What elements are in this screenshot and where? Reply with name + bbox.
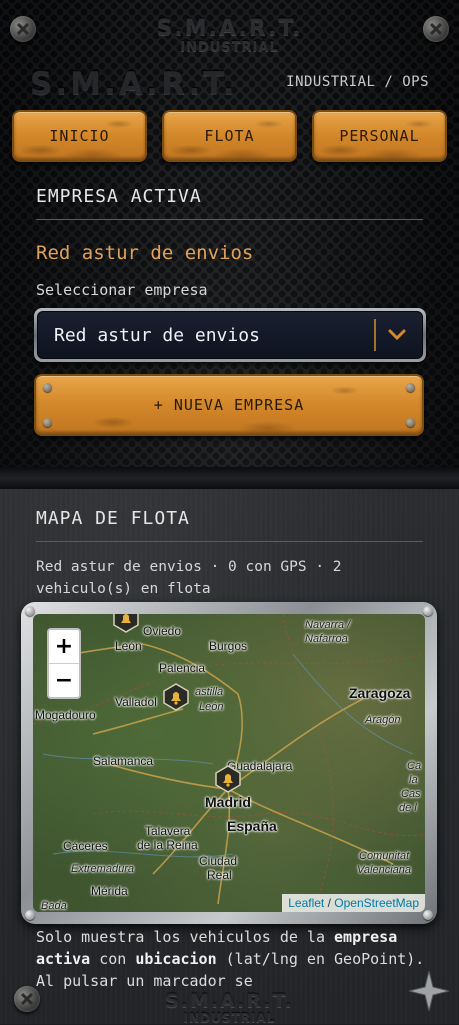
screw-icon [10,16,36,42]
chevron-down-icon[interactable] [384,322,410,348]
place-label: Mogadouro [35,708,96,722]
new-company-button[interactable]: + NUEVA EMPRESA [34,374,424,436]
divider [36,219,423,220]
zoom-control: + − [47,628,81,699]
nav-personal-label: PERSONAL [339,127,420,145]
place-label: León [115,639,142,653]
subnav-label: INDUSTRIAL / OPS [286,74,429,90]
place-label: Zaragoza [349,685,411,701]
place-label: Comunitat [359,850,410,862]
nav-flota-button[interactable]: FLOTA [162,110,297,162]
place-label: Salamanca [93,754,154,768]
bell-marker-icon[interactable] [213,764,243,794]
screw-icon [14,986,40,1012]
place-label: España [227,818,277,834]
screw-icon [423,16,449,42]
map-frame: Oviedo León Burgos Navarra / Nafarroa Pa… [21,602,437,924]
empresa-section-title: EMPRESA ACTIVA [36,186,202,207]
bell-marker-icon[interactable] [111,614,141,634]
new-company-label: + NUEVA EMPRESA [153,396,305,414]
footer-logo-line1: S.M.A.R.T. [165,990,294,1012]
place-label: Cáceres [63,839,108,853]
active-company-name: Red astur de envios [36,242,254,264]
place-label: Palencia [159,661,206,675]
place-label: Cas [401,788,421,800]
place-label: Madrid [205,794,251,810]
nav-personal-button[interactable]: PERSONAL [312,110,447,162]
brand-title: S.M.A.R.T. [30,66,238,102]
nav-flota-label: FLOTA [204,127,255,145]
place-label: la [409,774,418,786]
place-label: de la Reina [137,838,198,852]
panel-separator [0,467,459,489]
sparkle-icon[interactable] [406,968,452,1014]
place-label: Bada [41,900,67,912]
bell-marker-icon[interactable] [161,682,191,712]
zoom-out-button[interactable]: − [49,664,79,697]
company-select-label: Seleccionar empresa [36,281,208,299]
select-divider [374,319,376,351]
place-label: Talavera [145,824,191,838]
zoom-in-button[interactable]: + [49,630,79,664]
place-label: Valladol [115,695,157,709]
osm-link[interactable]: OpenStreetMap [334,896,419,910]
place-label: Aragón [365,714,401,726]
nav-inicio-button[interactable]: INICIO [12,110,147,162]
company-select-value: Red astur de envios [54,324,260,346]
place-label: Real [207,868,232,882]
map-section-title: MAPA DE FLOTA [36,508,190,529]
company-select[interactable]: Red astur de envios [34,308,426,362]
header-logo: S.M.A.R.T. INDUSTRIAL [0,16,459,55]
place-label: Ca [407,760,422,772]
divider [36,541,423,542]
nav-inicio-label: INICIO [49,127,110,145]
footer-logo-line2: INDUSTRIAL [183,1011,276,1025]
fleet-map[interactable]: Oviedo León Burgos Navarra / Nafarroa Pa… [33,614,425,912]
header-logo-line2: INDUSTRIAL [180,40,279,55]
place-label: Extremadura [71,863,134,875]
place-label: Mérida [91,884,128,898]
place-label: Valenciana [357,864,412,876]
footer-logo: S.M.A.R.T. INDUSTRIAL [0,990,459,1025]
place-label: Nafarroa [305,633,348,645]
place-label: astilla [195,686,224,698]
header-logo-line1: S.M.A.R.T. [156,16,303,41]
map-footnote: Solo muestra los vehiculos de la empresa… [36,928,425,990]
leaflet-link[interactable]: Leaflet [288,896,324,910]
place-label: Burgos [209,639,248,653]
place-label: León [199,701,224,713]
map-attribution: Leaflet / OpenStreetMap [282,894,425,912]
place-label: Navarra / [305,619,351,631]
place-label: de l [399,802,417,814]
place-label: Ciudad [199,854,238,868]
place-label: Oviedo [143,624,182,638]
map-summary: Red astur de envios · 0 con GPS · 2 vehi… [36,559,342,597]
